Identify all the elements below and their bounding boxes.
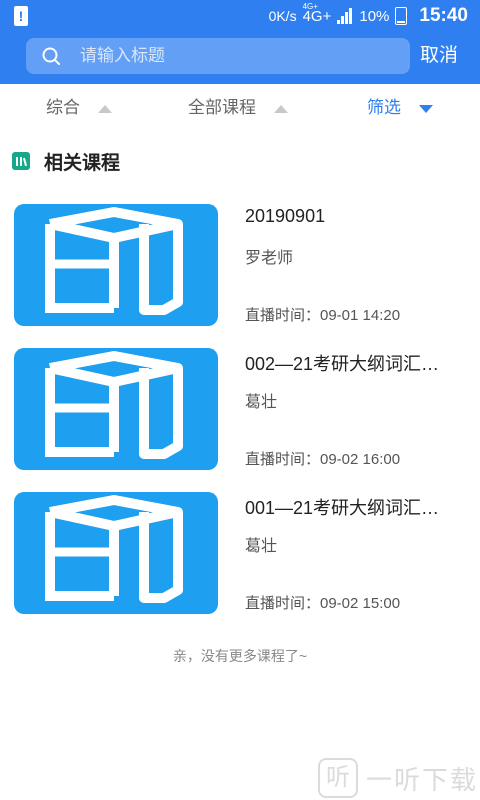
search-input[interactable]: 请输入标题 [26,38,410,74]
book-logo-icon [45,495,183,603]
sort-up-icon [274,104,288,113]
top-bar: ! 0K/s 4G+ 4G+ 10% 15:40 请输入标题 取消 [0,0,480,84]
status-bar: ! 0K/s 4G+ 4G+ 10% 15:40 [0,0,480,32]
filter-label: 筛选 [367,98,401,117]
search-placeholder: 请输入标题 [80,46,165,65]
course-thumbnail [14,348,218,470]
book-logo-icon [45,351,183,459]
course-time: 直播时间：09-02 15:00 [245,595,401,612]
filter-all-courses[interactable]: 全部课程 [188,84,288,132]
course-teacher: 葛壮 [245,394,278,411]
filter-label: 综合 [46,98,80,117]
filter-comprehensive[interactable]: 综合 [46,84,112,132]
course-card[interactable]: 002—21考研大纲词汇… 葛壮 直播时间：09-02 16:00 [14,348,466,470]
watermark-text: 一听下载 [366,764,479,795]
filter-screen[interactable]: 筛选 [367,84,433,132]
search-icon [42,47,60,65]
course-time: 直播时间：09-01 14:20 [245,307,401,324]
section-title: 相关课程 [44,152,121,174]
course-title: 002—21考研大纲词汇… [245,354,440,374]
signal-icon [337,8,353,24]
cancel-button[interactable]: 取消 [420,38,458,74]
course-thumbnail [14,492,218,614]
filter-label: 全部课程 [188,98,256,117]
books-icon [12,152,30,170]
network-speed: 0K/s [268,8,297,24]
watermark-logo-icon: 听 [318,758,358,798]
sort-up-icon [98,104,112,113]
battery-icon [395,7,408,25]
course-card[interactable]: 20190901 罗老师 直播时间：09-01 14:20 [14,204,466,326]
clock: 15:40 [419,5,468,26]
watermark: 听 一听下载 [318,758,478,798]
section-header: 相关课程 [12,146,120,176]
filter-bar: 综合 全部课程 筛选 [0,84,480,132]
course-teacher: 罗老师 [245,250,294,267]
book-logo-icon [45,207,183,315]
course-title: 20190901 [245,206,326,226]
alert-icon: ! [14,6,28,26]
course-time: 直播时间：09-02 16:00 [245,451,401,468]
no-more-text: 亲，没有更多课程了~ [172,648,308,664]
course-teacher: 葛壮 [245,538,278,555]
course-title: 001—21考研大纲词汇… [245,498,440,518]
network-sup: 4G+ [302,1,318,11]
battery-percent: 10% [359,7,390,25]
status-right: 0K/s 4G+ 4G+ 10% 15:40 [268,2,468,28]
network-type: 4G+ 4G+ [303,2,332,25]
course-thumbnail [14,204,218,326]
course-card[interactable]: 001—21考研大纲词汇… 葛壮 直播时间：09-02 15:00 [14,492,466,614]
dropdown-icon [419,104,433,113]
